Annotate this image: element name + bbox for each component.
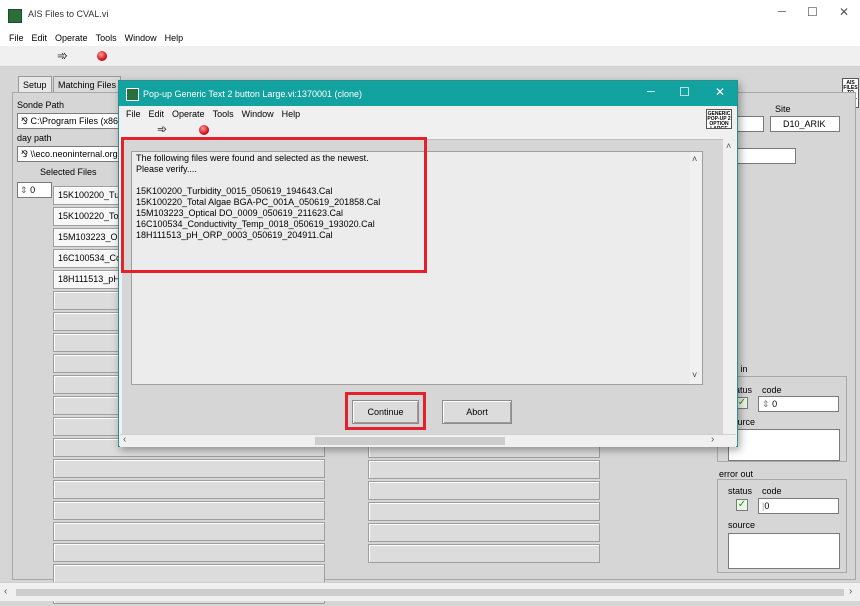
dialog-scroll-left-icon[interactable]: ‹ bbox=[123, 434, 126, 445]
dialog-app-icon bbox=[126, 88, 139, 101]
dialog-abort-stop-icon[interactable] bbox=[199, 125, 209, 135]
sonde-path-field[interactable]: ⅋ C:\Program Files (x86) bbox=[17, 113, 123, 129]
dialog-scroll-up-icon[interactable]: ˄ bbox=[726, 141, 731, 151]
dialog-menu-operate[interactable]: Operate bbox=[168, 107, 209, 121]
menu-tools[interactable]: Tools bbox=[92, 31, 121, 46]
app-icon bbox=[8, 9, 22, 23]
menu-help[interactable]: Help bbox=[161, 31, 188, 46]
empty-list-cell[interactable] bbox=[368, 502, 600, 521]
dialog-title: Pop-up Generic Text 2 button Large.vi:13… bbox=[143, 89, 362, 99]
dialog-vertical-scrollbar[interactable]: ˄ bbox=[723, 139, 736, 437]
minimize-button[interactable]: ─ bbox=[778, 6, 786, 18]
error-out-status-label: status bbox=[728, 486, 753, 496]
dialog-vi-icon: GENERIC POP-UP 2 OPTION LARGE bbox=[706, 109, 732, 129]
scroll-right-icon[interactable]: › bbox=[849, 586, 852, 597]
empty-list-cell[interactable] bbox=[368, 460, 600, 479]
site-field[interactable]: D10_ARIK bbox=[770, 116, 840, 132]
error-out-code-field: |0 bbox=[758, 498, 839, 514]
main-toolbar: ➾ AIS FILES TO CVAL bbox=[0, 46, 860, 108]
message-scrollbar[interactable]: ˄ ˅ bbox=[690, 152, 702, 384]
day-path-field[interactable]: ⅋ \\eco.neoninternal.org bbox=[17, 146, 123, 162]
maximize-button[interactable]: ☐ bbox=[807, 5, 818, 19]
index-stepper-icon[interactable]: ⇕ bbox=[20, 185, 28, 195]
day-path-label: day path bbox=[17, 133, 52, 143]
dialog-maximize-button[interactable]: ☐ bbox=[679, 85, 690, 99]
error-out-source-field bbox=[728, 533, 840, 569]
popup-dialog: Pop-up Generic Text 2 button Large.vi:13… bbox=[118, 80, 738, 447]
dialog-scrollbar-thumb[interactable] bbox=[315, 437, 505, 445]
matching-files-list bbox=[368, 439, 600, 565]
empty-list-cell[interactable] bbox=[53, 480, 325, 499]
site-label: Site bbox=[775, 104, 791, 114]
dialog-menu-window[interactable]: Window bbox=[238, 107, 278, 121]
tab-matching-files[interactable]: Matching Files bbox=[53, 76, 122, 93]
dialog-horizontal-scrollbar[interactable]: ‹ › bbox=[120, 434, 736, 447]
menu-file[interactable]: File bbox=[5, 31, 28, 46]
error-in-source-field[interactable] bbox=[728, 429, 840, 461]
abort-button[interactable]: Abort bbox=[442, 400, 512, 424]
dialog-menu-edit[interactable]: Edit bbox=[145, 107, 169, 121]
empty-list-cell[interactable] bbox=[53, 543, 325, 562]
path-indicator-field[interactable] bbox=[732, 148, 796, 164]
main-menu-bar: File Edit Operate Tools Window Help bbox=[0, 31, 860, 46]
empty-list-cell[interactable] bbox=[368, 544, 600, 563]
dialog-menu-help[interactable]: Help bbox=[278, 107, 305, 121]
message-scroll-down-icon[interactable]: ˅ bbox=[692, 370, 697, 380]
path-icon: ⅋ bbox=[21, 116, 31, 126]
window-title: AIS Files to CVAL.vi bbox=[28, 9, 109, 19]
dialog-title-bar: Pop-up Generic Text 2 button Large.vi:13… bbox=[119, 81, 737, 106]
menu-window[interactable]: Window bbox=[121, 31, 161, 46]
close-button[interactable]: ✕ bbox=[839, 5, 849, 19]
error-in-code-field[interactable]: ⇕ 0 bbox=[758, 396, 839, 412]
run-arrow-icon[interactable]: ➾ bbox=[57, 49, 68, 62]
dialog-menu-file[interactable]: File bbox=[122, 107, 145, 121]
empty-list-cell[interactable] bbox=[53, 564, 325, 583]
error-out-status-check-icon: ✓ bbox=[736, 499, 748, 511]
empty-list-cell[interactable] bbox=[368, 523, 600, 542]
menu-operate[interactable]: Operate bbox=[51, 31, 92, 46]
dialog-close-button[interactable]: ✕ bbox=[715, 85, 725, 99]
highlight-message-box bbox=[121, 137, 427, 273]
tab-setup[interactable]: Setup bbox=[18, 76, 52, 93]
menu-edit[interactable]: Edit bbox=[28, 31, 52, 46]
empty-list-cell[interactable] bbox=[368, 481, 600, 500]
empty-list-cell[interactable] bbox=[53, 459, 325, 478]
path-icon: ⅋ bbox=[21, 149, 31, 159]
message-scroll-up-icon[interactable]: ˄ bbox=[692, 154, 697, 164]
dialog-scroll-right-icon[interactable]: › bbox=[711, 434, 714, 445]
highlight-continue-box bbox=[345, 392, 426, 430]
empty-list-cell[interactable] bbox=[53, 522, 325, 541]
error-out-label: error out bbox=[719, 469, 754, 479]
error-in-code-label: code bbox=[762, 385, 782, 395]
dialog-minimize-button[interactable]: ─ bbox=[647, 86, 655, 98]
error-out-cluster: status code ✓ |0 source bbox=[717, 479, 847, 573]
scrollbar-thumb[interactable] bbox=[16, 589, 844, 596]
main-title-bar: AIS Files to CVAL.vi ─ ☐ ✕ bbox=[0, 0, 860, 31]
main-horizontal-scrollbar[interactable]: ‹ › bbox=[0, 582, 860, 601]
sonde-path-label: Sonde Path bbox=[17, 100, 65, 110]
array-index-control[interactable]: ⇕ 0 bbox=[17, 182, 52, 198]
abort-stop-icon[interactable] bbox=[97, 51, 107, 61]
selected-files-label: Selected Files bbox=[40, 167, 97, 177]
scroll-left-icon[interactable]: ‹ bbox=[4, 586, 7, 597]
dialog-menu-tools[interactable]: Tools bbox=[209, 107, 238, 121]
dialog-run-arrow-icon[interactable]: ➾ bbox=[157, 123, 167, 135]
error-out-source-label: source bbox=[728, 520, 756, 530]
dialog-menu-bar: File Edit Operate Tools Window Help bbox=[122, 107, 304, 121]
empty-list-cell[interactable] bbox=[53, 501, 325, 520]
error-out-code-label: code bbox=[762, 486, 782, 496]
